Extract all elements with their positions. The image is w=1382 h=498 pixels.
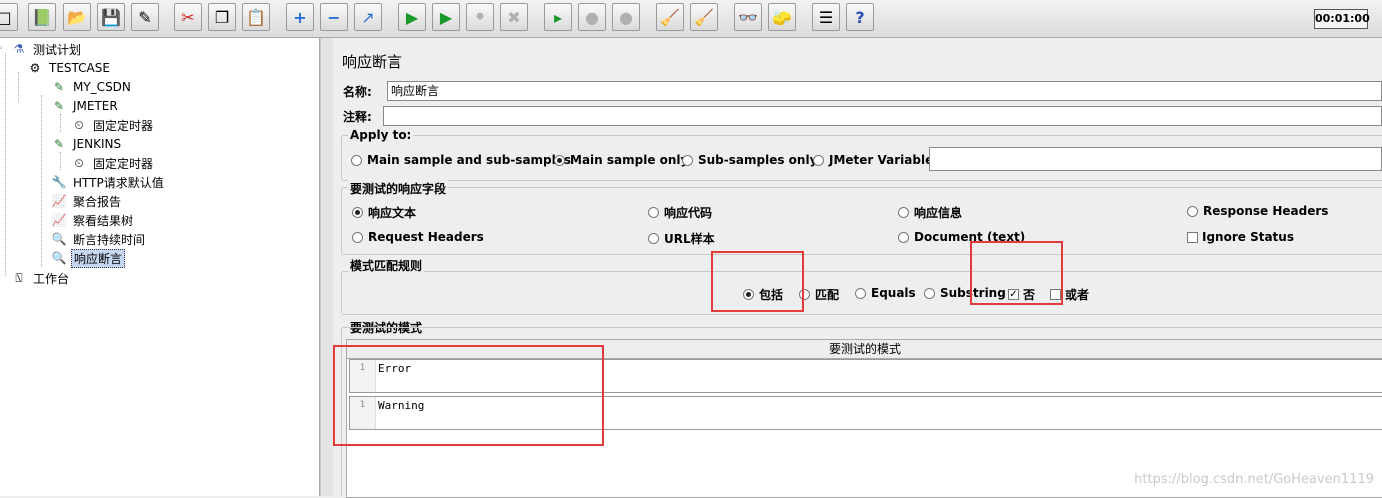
watermark: https://blog.csdn.net/GoHeaven1119 bbox=[1134, 472, 1374, 487]
pattern-rules-title: 模式匹配规则 bbox=[348, 257, 425, 274]
field-response-headers-radio[interactable]: Response Headers bbox=[1187, 204, 1328, 218]
page-title: 响应断言 bbox=[342, 53, 403, 71]
expand-handle-icon[interactable]: ◦ bbox=[0, 44, 3, 54]
apply-main-only-radio[interactable]: Main sample only bbox=[554, 153, 688, 167]
function-helper-icon[interactable]: ☰ bbox=[812, 3, 840, 31]
tree-node-results-tree[interactable]: 📈 察看结果树 bbox=[50, 211, 135, 229]
response-field-group bbox=[341, 187, 1382, 255]
annotation-box-contains bbox=[711, 251, 804, 312]
rule-matches-radio[interactable]: 匹配 bbox=[799, 286, 839, 303]
shutdown-icon[interactable]: ✖ bbox=[500, 3, 528, 31]
config-icon: 🔧 bbox=[51, 175, 67, 189]
tree-node-duration-assertion[interactable]: 🔍 断言持续时间 bbox=[50, 230, 147, 248]
workbench-icon: ⍂ bbox=[15, 271, 23, 285]
gear-icon: ⚙ bbox=[29, 61, 41, 75]
start-no-pause-icon[interactable]: ▶ bbox=[432, 3, 460, 31]
start-icon[interactable]: ▶ bbox=[398, 3, 426, 31]
annotation-box-not bbox=[970, 241, 1063, 305]
split-pane-divider[interactable] bbox=[320, 38, 334, 496]
toggle-icon[interactable]: ↗ bbox=[354, 3, 382, 31]
elapsed-timer: 00:01:00 bbox=[1314, 9, 1370, 29]
apply-sub-only-radio[interactable]: Sub-samples only bbox=[682, 153, 817, 167]
assertion-icon: 🔍 bbox=[51, 232, 67, 246]
timer-icon: ⏲ bbox=[74, 118, 84, 132]
new-icon[interactable]: □ bbox=[0, 3, 18, 31]
copy-icon[interactable]: ❐ bbox=[208, 3, 236, 31]
cut-icon[interactable]: ✂ bbox=[174, 3, 202, 31]
comment-label: 注释: bbox=[343, 109, 372, 124]
field-request-headers-radio[interactable]: Request Headers bbox=[352, 230, 484, 244]
tree-node-my-csdn[interactable]: ✎ MY_CSDN bbox=[50, 78, 133, 96]
rule-equals-radio[interactable]: Equals bbox=[855, 286, 916, 300]
sampler-icon: ✎ bbox=[53, 99, 65, 113]
apply-jmeter-variable-radio[interactable]: JMeter Variable bbox=[813, 153, 933, 167]
response-field-title: 要测试的响应字段 bbox=[348, 180, 449, 197]
ignore-status-checkbox[interactable]: Ignore Status bbox=[1187, 230, 1294, 244]
stop-icon[interactable]: ⬣ bbox=[466, 3, 494, 31]
save-icon[interactable]: 💾 bbox=[97, 3, 125, 31]
remote-start-icon[interactable]: ▸ bbox=[544, 3, 572, 31]
tree-node-test-plan[interactable]: ◦ ⚗ 测试计划 bbox=[0, 40, 83, 58]
clear-all-icon[interactable]: 🧹 bbox=[690, 3, 718, 31]
tree-node-http-defaults[interactable]: 🔧 HTTP请求默认值 bbox=[50, 173, 166, 191]
field-response-text-radio[interactable]: 响应文本 bbox=[352, 204, 416, 221]
test-plan-tree: ◦ ⚗ 测试计划 ⚙ TESTCASE ✎ MY_CSDN ✎ JMETER ⏲… bbox=[0, 38, 320, 496]
help-icon[interactable]: ? bbox=[846, 3, 874, 31]
tree-node-jenkins[interactable]: ✎ JENKINS bbox=[50, 135, 123, 153]
open-icon[interactable]: 📂 bbox=[63, 3, 91, 31]
tree-node-constant-timer-1[interactable]: ⏲ 固定定时器 bbox=[70, 116, 155, 134]
tree-node-constant-timer-2[interactable]: ⏲ 固定定时器 bbox=[70, 154, 155, 172]
paste-icon[interactable]: 📋 bbox=[242, 3, 270, 31]
name-label: 名称: bbox=[343, 84, 372, 99]
listener-icon: 📈 bbox=[51, 213, 67, 227]
annotation-box-patterns bbox=[333, 345, 604, 446]
assertion-icon: 🔍 bbox=[51, 251, 67, 265]
tree-node-jmeter[interactable]: ✎ JMETER bbox=[50, 97, 120, 115]
search-icon[interactable]: 👓 bbox=[734, 3, 762, 31]
comment-field[interactable] bbox=[383, 106, 1382, 126]
jmeter-variable-field[interactable] bbox=[929, 147, 1382, 171]
apply-to-title: Apply to: bbox=[348, 128, 414, 142]
remote-shutdown-icon[interactable]: ● bbox=[612, 3, 640, 31]
field-response-message-radio[interactable]: 响应信息 bbox=[898, 204, 962, 221]
field-response-code-radio[interactable]: 响应代码 bbox=[648, 204, 712, 221]
toolbar: □ 📗 📂 💾 ✎ ✂ ❐ 📋 + − ↗ ▶ ▶ ⬣ ✖ ▸ ● ● 🧹 🧹 … bbox=[0, 0, 1382, 38]
apply-main-and-sub-radio[interactable]: Main sample and sub-samples bbox=[351, 153, 571, 167]
name-field[interactable]: 响应断言 bbox=[387, 81, 1382, 101]
field-url-sample-radio[interactable]: URL样本 bbox=[648, 230, 715, 247]
remote-stop-icon[interactable]: ● bbox=[578, 3, 606, 31]
tree-node-response-assertion[interactable]: 🔍 响应断言 bbox=[50, 248, 126, 268]
expand-icon[interactable]: + bbox=[286, 3, 314, 31]
clear-icon[interactable]: 🧹 bbox=[656, 3, 684, 31]
templates-icon[interactable]: 📗 bbox=[28, 3, 56, 31]
tree-node-thread-group[interactable]: ⚙ TESTCASE bbox=[14, 59, 112, 77]
sampler-icon: ✎ bbox=[53, 137, 65, 151]
sampler-icon: ✎ bbox=[53, 80, 65, 94]
reset-search-icon[interactable]: 🧽 bbox=[768, 3, 796, 31]
save-as-icon[interactable]: ✎ bbox=[131, 3, 159, 31]
listener-icon: 📈 bbox=[51, 194, 67, 208]
tree-node-aggregate-report[interactable]: 📈 聚合报告 bbox=[50, 192, 123, 210]
test-plan-icon: ⚗ bbox=[13, 42, 25, 56]
response-assertion-panel: 响应断言 名称: 响应断言 注释: Apply to: Main sample … bbox=[333, 38, 1382, 498]
timer-icon: ⏲ bbox=[74, 156, 84, 170]
collapse-icon[interactable]: − bbox=[320, 3, 348, 31]
tree-node-workbench[interactable]: ⍂ 工作台 bbox=[10, 269, 71, 287]
